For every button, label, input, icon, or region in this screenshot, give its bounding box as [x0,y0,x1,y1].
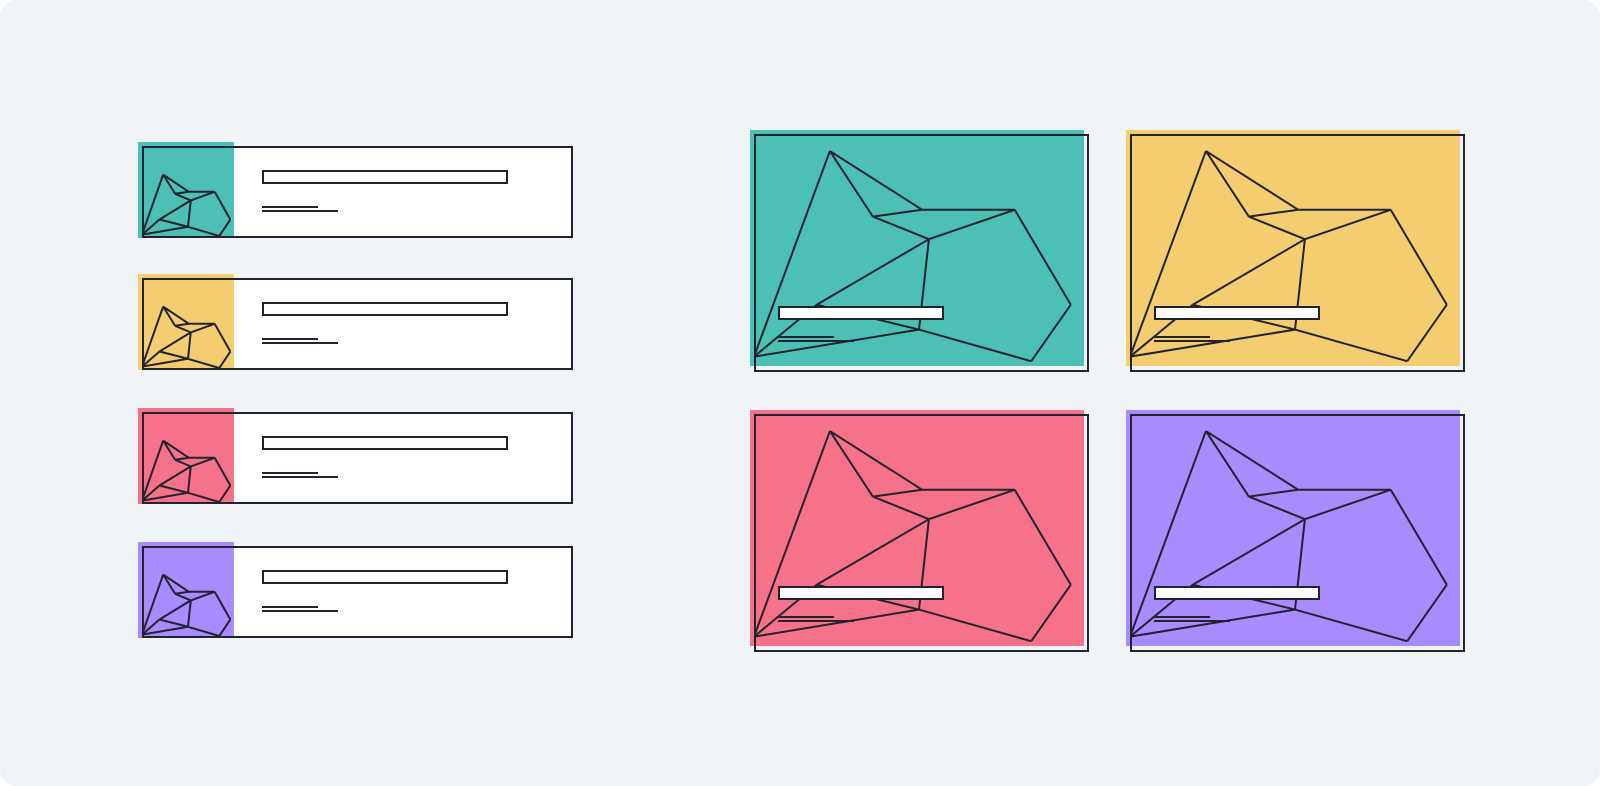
subtitle-placeholder-short [1154,616,1210,618]
card-border [142,412,573,504]
subtitle-placeholder-long [778,620,854,622]
grid-card[interactable] [750,130,1092,376]
subtitle-placeholder-short [262,206,318,208]
subtitle-placeholder-short [1154,336,1210,338]
subtitle-placeholder-long [1154,340,1230,342]
card-border [142,146,573,238]
title-placeholder [778,586,944,600]
subtitle-placeholder-long [262,610,338,612]
title-placeholder [1154,586,1320,600]
subtitle-placeholder-long [262,476,338,478]
subtitle-placeholder-long [1154,620,1230,622]
subtitle-placeholder-short [778,616,834,618]
subtitle-placeholder-short [262,472,318,474]
card-border [142,278,573,370]
illustration-canvas [0,0,1600,786]
title-placeholder [262,436,508,450]
grid-card[interactable] [1126,130,1468,376]
title-placeholder [262,570,508,584]
subtitle-placeholder-short [262,606,318,608]
list-card[interactable] [138,408,608,514]
list-card[interactable] [138,274,608,380]
title-placeholder [778,306,944,320]
subtitle-placeholder-short [778,336,834,338]
subtitle-placeholder-long [262,342,338,344]
grid-card[interactable] [750,410,1092,656]
title-placeholder [262,170,508,184]
subtitle-placeholder-long [262,210,338,212]
title-placeholder [1154,306,1320,320]
subtitle-placeholder-short [262,338,318,340]
list-card[interactable] [138,542,608,648]
list-card[interactable] [138,142,608,248]
card-border [142,546,573,638]
grid-card[interactable] [1126,410,1468,656]
subtitle-placeholder-long [778,340,854,342]
title-placeholder [262,302,508,316]
